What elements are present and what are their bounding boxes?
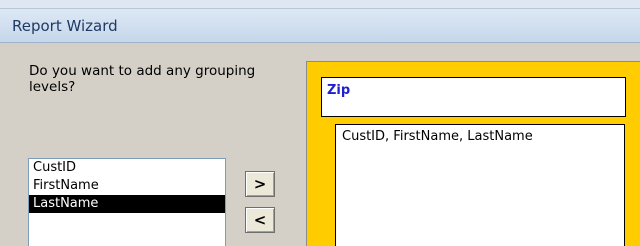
remove-grouping-button[interactable]: <: [245, 207, 275, 233]
list-item-selected[interactable]: LastName: [29, 195, 225, 213]
window-title: Report Wizard: [12, 17, 118, 35]
window-top-strip: [0, 0, 640, 9]
available-fields-list[interactable]: CustID FirstName LastName: [28, 158, 226, 246]
detail-fields-box: CustID, FirstName, LastName: [335, 124, 625, 246]
report-wizard-window: Report Wizard Do you want to add any gro…: [0, 0, 640, 246]
list-item[interactable]: CustID: [29, 159, 225, 177]
add-grouping-button[interactable]: >: [245, 171, 275, 197]
title-bar[interactable]: Report Wizard: [0, 9, 640, 43]
group-level-box: Zip: [321, 77, 626, 117]
detail-fields-text: CustID, FirstName, LastName: [342, 129, 533, 144]
group-level-label: Zip: [327, 83, 351, 98]
grouping-prompt: Do you want to add any grouping levels?: [29, 63, 256, 95]
list-item[interactable]: FirstName: [29, 177, 225, 195]
